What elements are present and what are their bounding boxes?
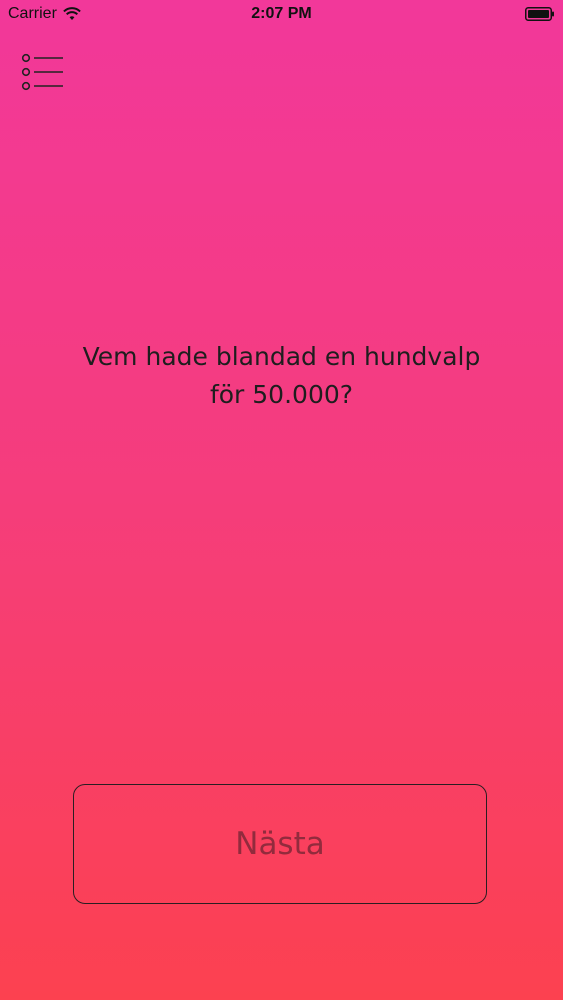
menu-button[interactable]: [18, 50, 66, 94]
status-time: 2:07 PM: [251, 5, 312, 22]
question-line-1: Vem hade blandad en hundvalp: [82, 342, 481, 371]
battery-icon: [525, 7, 555, 21]
list-menu-icon: [18, 53, 66, 98]
next-button-label: Nästa: [235, 826, 325, 862]
next-button[interactable]: Nästa: [73, 784, 487, 904]
question-line-2: för 50.000?: [209, 380, 354, 409]
question-text: Vem hade blandad en hundvalp för 50.000?: [40, 338, 523, 414]
status-bar: Carrier 2:07 PM: [0, 0, 563, 30]
